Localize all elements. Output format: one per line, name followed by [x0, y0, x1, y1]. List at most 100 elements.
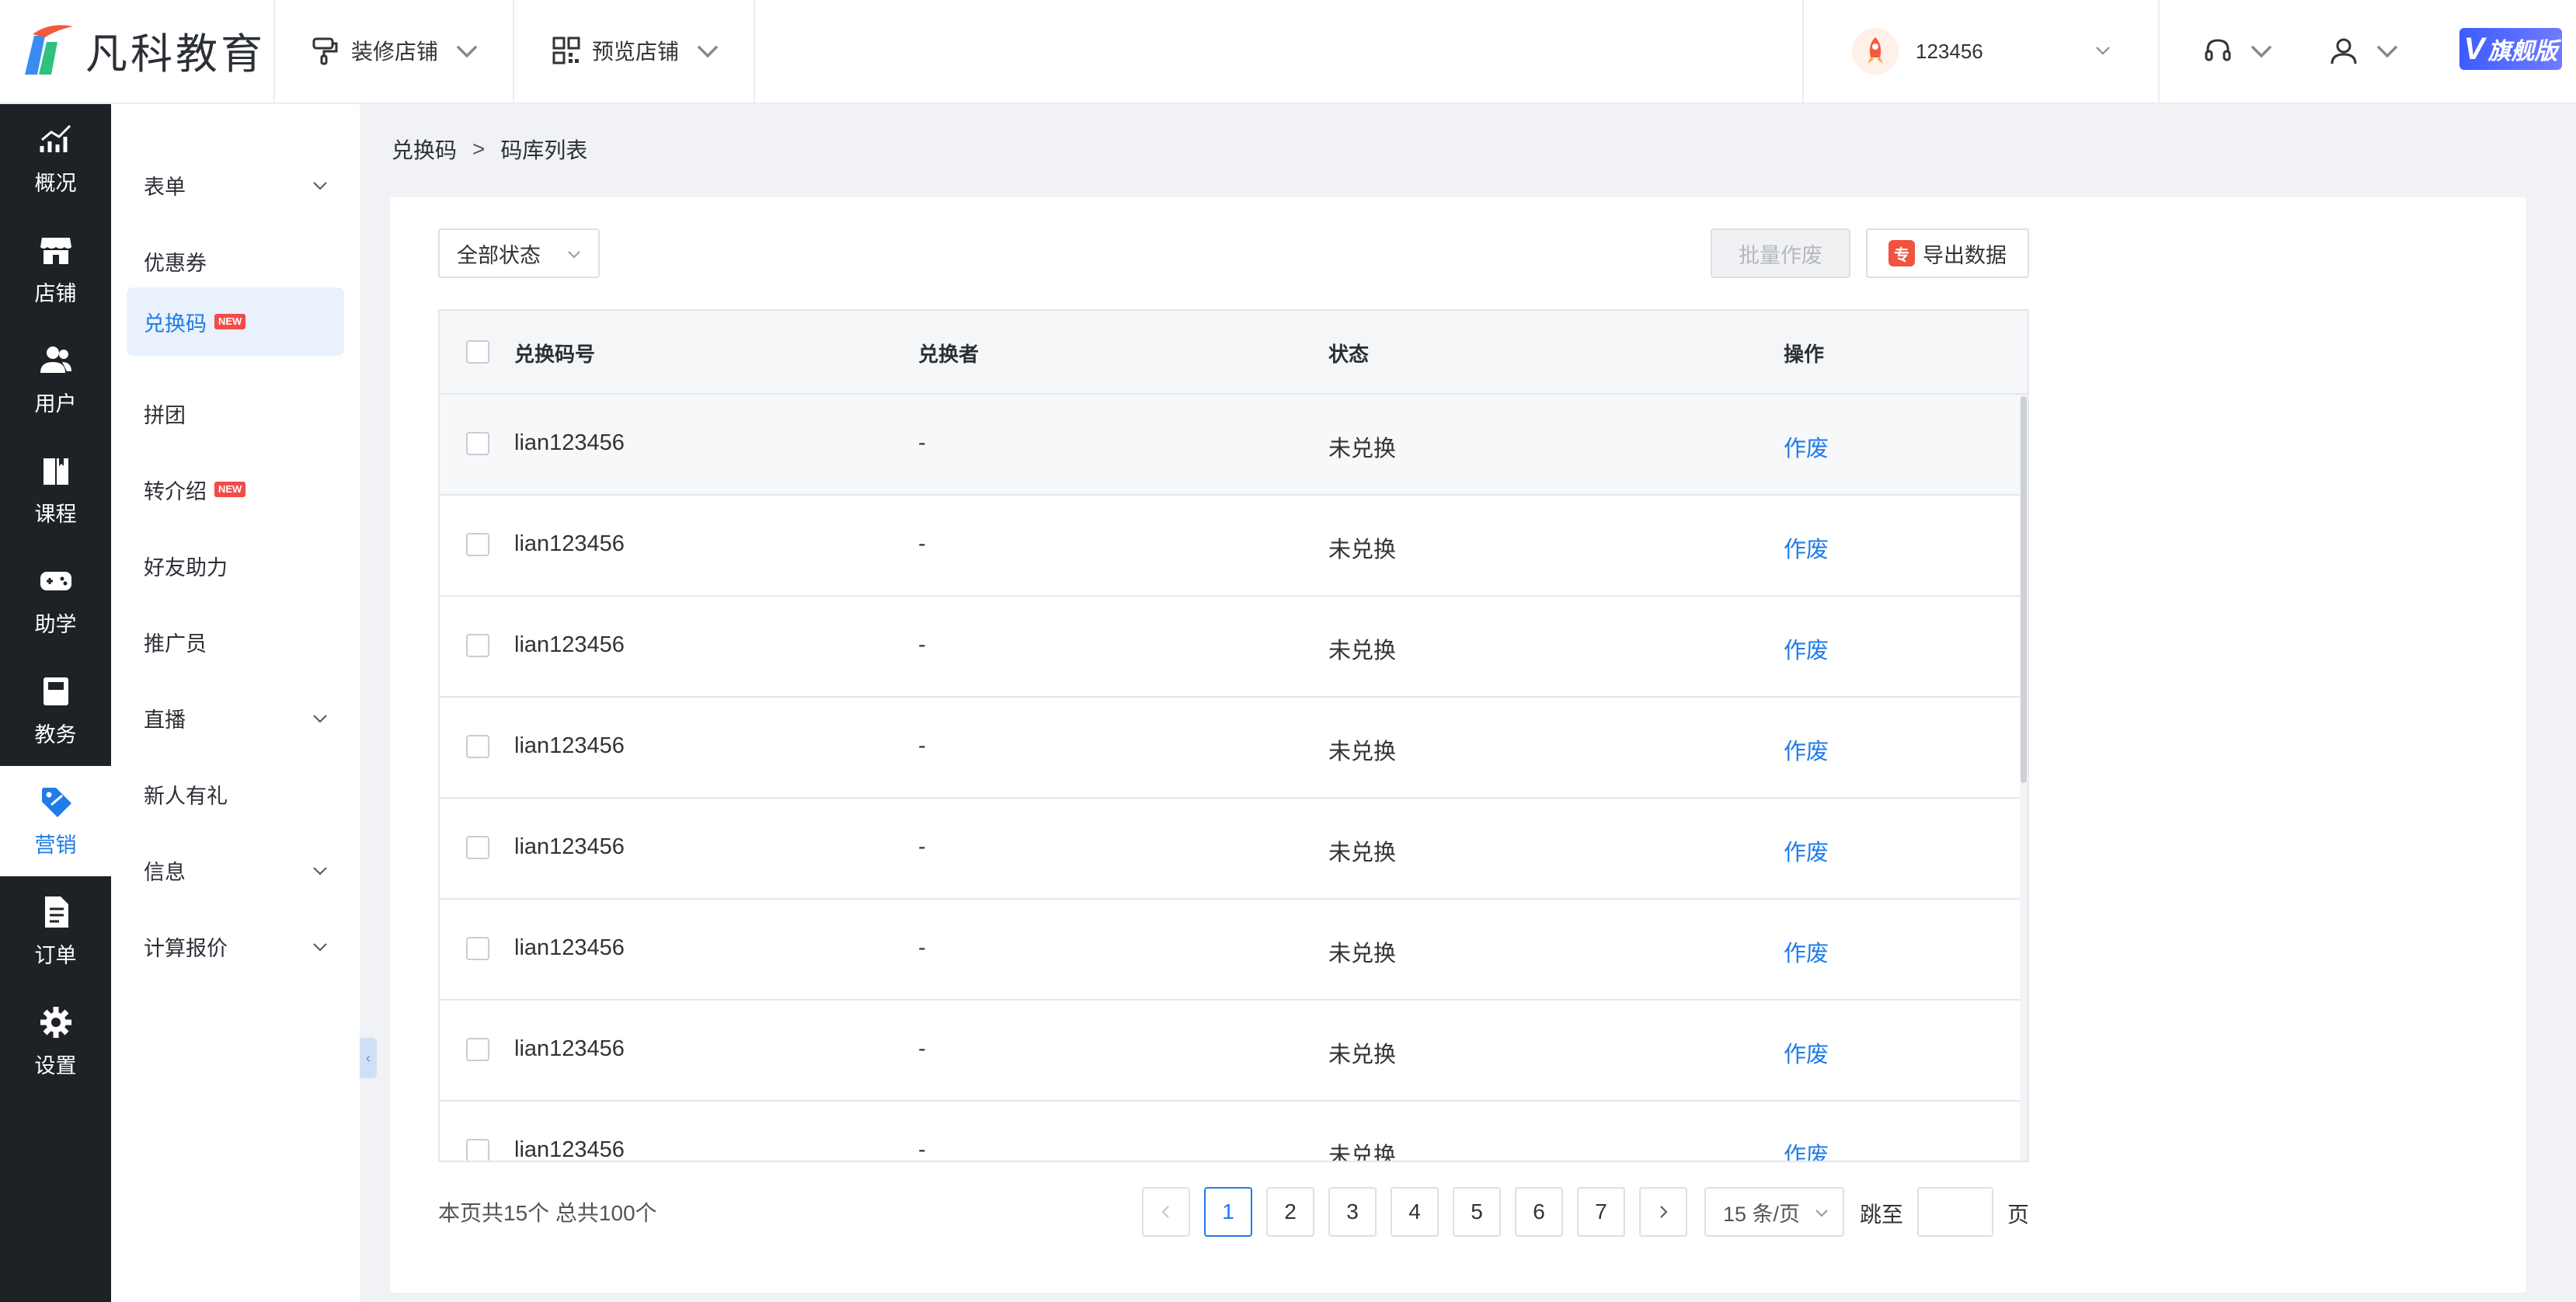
void-link[interactable]: 作废: [1784, 1036, 1829, 1069]
row-checkbox[interactable]: [466, 836, 489, 859]
sub-item-label: 转介绍: [144, 479, 207, 503]
void-link[interactable]: 作废: [1784, 1137, 1829, 1161]
sub-item-redeem-codes[interactable]: 兑换码 NEW: [127, 287, 344, 356]
row-checkbox[interactable]: [466, 1139, 489, 1161]
primary-nav-rail: 概况 店铺 用户 课程 助学 教务 营销 订单 设置: [0, 104, 111, 1302]
breadcrumb: 兑换码 > 码库列表: [392, 134, 587, 165]
headset-icon: [2205, 39, 2231, 61]
page-button-3[interactable]: 3: [1328, 1187, 1377, 1237]
breadcrumb-separator: >: [472, 137, 486, 161]
sub-item-friend-assist[interactable]: 好友助力: [127, 531, 344, 600]
void-link[interactable]: 作废: [1784, 430, 1829, 463]
rail-item-settings[interactable]: 设置: [0, 987, 111, 1097]
status-cell: 未兑换: [1328, 740, 1397, 764]
void-link[interactable]: 作废: [1784, 632, 1829, 665]
chevron-down-icon: [2376, 45, 2398, 58]
divider: [1802, 0, 1804, 103]
users-icon: [40, 346, 71, 373]
table-row: lian123456 - 未兑换 作废: [440, 496, 2020, 597]
void-link[interactable]: 作废: [1784, 935, 1829, 968]
gamepad-icon: [40, 571, 71, 590]
row-checkbox[interactable]: [466, 533, 489, 556]
select-all-checkbox[interactable]: [466, 340, 489, 364]
scrollbar-thumb[interactable]: [2021, 396, 2027, 783]
status-cell: 未兑换: [1328, 942, 1397, 966]
new-badge: NEW: [214, 482, 246, 497]
redeemer-cell: -: [918, 733, 926, 758]
rail-item-store[interactable]: 店铺: [0, 214, 111, 325]
table-scrollbar[interactable]: [2020, 395, 2028, 1161]
page-button-6[interactable]: 6: [1515, 1187, 1563, 1237]
chevron-down-icon[interactable]: [2093, 40, 2113, 61]
rail-item-courses[interactable]: 课程: [0, 435, 111, 545]
redeem-code-table: 兑换码号 兑换者 状态 操作 lian123456 - 未兑换 作废 lian1…: [438, 309, 2029, 1162]
chevron-left-icon: ‹: [366, 1050, 371, 1066]
row-checkbox[interactable]: [466, 432, 489, 455]
row-checkbox[interactable]: [466, 937, 489, 960]
sub-item-label: 推广员: [144, 632, 207, 656]
page-button-5[interactable]: 5: [1453, 1187, 1501, 1237]
status-filter-select[interactable]: 全部状态: [438, 228, 600, 278]
status-cell: 未兑换: [1328, 841, 1397, 865]
user-icon: [2331, 38, 2357, 64]
chevron-down-icon: [697, 45, 719, 58]
page-button-1[interactable]: 1: [1204, 1187, 1252, 1237]
shop-switcher[interactable]: 123456: [1852, 25, 1983, 78]
decorate-shop-menu[interactable]: 装修店铺: [311, 31, 493, 70]
rail-item-overview[interactable]: 概况: [0, 104, 111, 214]
rail-item-orders[interactable]: 订单: [0, 876, 111, 987]
prev-page-button[interactable]: [1142, 1187, 1190, 1237]
sub-item-referral[interactable]: 转介绍 NEW: [127, 455, 344, 524]
gear-icon: [40, 1006, 71, 1038]
jump-to-page-input[interactable]: [1917, 1187, 1993, 1237]
rail-item-study-aid[interactable]: 助学: [0, 545, 111, 656]
collapse-sidebar-button[interactable]: ‹: [360, 1038, 377, 1078]
rail-item-academic[interactable]: 教务: [0, 656, 111, 766]
breadcrumb-parent[interactable]: 兑换码: [392, 134, 457, 165]
row-checkbox[interactable]: [466, 1038, 489, 1061]
sub-item-promoters[interactable]: 推广员: [127, 607, 344, 676]
void-link[interactable]: 作废: [1784, 531, 1829, 564]
row-checkbox[interactable]: [466, 634, 489, 657]
page-size-select[interactable]: 15 条/页: [1704, 1187, 1844, 1237]
chevron-down-icon: [313, 182, 327, 190]
void-link[interactable]: 作废: [1784, 834, 1829, 867]
void-link[interactable]: 作废: [1784, 733, 1829, 766]
vip-letter: V: [2463, 31, 2485, 66]
customer-service-menu[interactable]: [2203, 31, 2287, 70]
export-data-button[interactable]: 专 导出数据: [1866, 228, 2029, 278]
sub-item-label: 新人有礼: [144, 784, 228, 808]
sub-item-info[interactable]: 信息: [127, 836, 344, 904]
sub-item-group-buy[interactable]: 拼团: [127, 379, 344, 447]
rail-label: 店铺: [34, 281, 77, 305]
sub-item-quote-calc[interactable]: 计算报价: [127, 912, 344, 980]
flagship-edition-badge[interactable]: V 旗舰版: [2459, 28, 2562, 70]
flagship-edition-label: 旗舰版: [2487, 39, 2558, 64]
page-button-2[interactable]: 2: [1266, 1187, 1314, 1237]
rail-item-users[interactable]: 用户: [0, 325, 111, 435]
rail-item-marketing[interactable]: 营销: [0, 766, 111, 876]
paint-roller-icon: [312, 37, 338, 65]
sub-item-newcomer-gift[interactable]: 新人有礼: [127, 760, 344, 828]
sub-item-live[interactable]: 直播: [127, 684, 344, 752]
row-checkbox[interactable]: [466, 735, 489, 758]
page-button-7[interactable]: 7: [1577, 1187, 1625, 1237]
brand-logo[interactable]: 凡科教育: [19, 19, 266, 81]
status-cell: 未兑换: [1328, 1144, 1397, 1162]
rail-label: 教务: [34, 722, 77, 747]
divider: [273, 0, 275, 103]
clipboard-icon: [43, 677, 68, 705]
account-menu[interactable]: [2329, 31, 2413, 70]
batch-void-button[interactable]: 批量作废: [1711, 228, 1850, 278]
table-row: lian123456 - 未兑换 作废: [440, 1001, 2020, 1102]
page-button-4[interactable]: 4: [1391, 1187, 1439, 1237]
export-data-label: 导出数据: [1923, 243, 2007, 267]
sub-item-forms[interactable]: 表单: [127, 151, 344, 219]
next-page-button[interactable]: [1639, 1187, 1687, 1237]
status-cell: 未兑换: [1328, 538, 1397, 562]
chevron-down-icon: [313, 867, 327, 876]
sub-item-coupons[interactable]: 优惠券: [127, 227, 344, 295]
shop-name: 123456: [1916, 39, 1983, 63]
preview-shop-menu[interactable]: 预览店铺: [552, 31, 733, 70]
redeemer-cell: -: [918, 834, 926, 859]
